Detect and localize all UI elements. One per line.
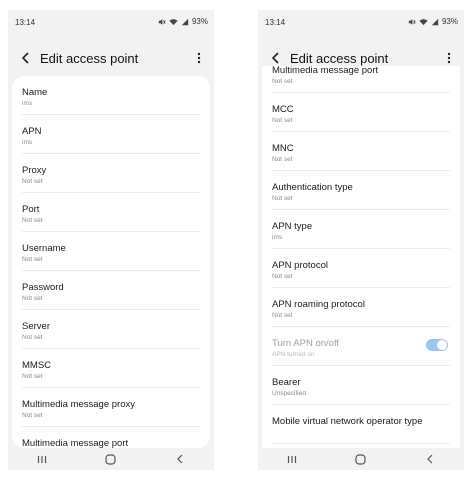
- apn-toggle-switch[interactable]: [426, 339, 448, 351]
- item-label: Turn APN on/off: [272, 338, 340, 349]
- navigation-bar: [8, 448, 214, 470]
- item-label: APN protocol: [272, 260, 328, 271]
- item-value: Not set: [272, 273, 293, 280]
- wifi-icon: [419, 18, 428, 26]
- item-value: Not set: [272, 117, 293, 124]
- item-value: ims: [272, 234, 283, 241]
- status-bar: 13:14 93%: [258, 10, 464, 36]
- battery-level: 93%: [441, 17, 458, 26]
- status-time: 13:14: [265, 18, 286, 27]
- status-icons: 93%: [408, 17, 458, 26]
- item-value: Not set: [22, 178, 43, 185]
- recents-icon[interactable]: [282, 451, 302, 467]
- more-vert-icon[interactable]: [444, 50, 454, 66]
- back-arrow-icon[interactable]: [268, 50, 284, 66]
- recents-icon[interactable]: [32, 451, 52, 467]
- battery-level: 93%: [191, 17, 208, 26]
- page-title: Edit access point: [40, 51, 139, 66]
- item-label: Server: [22, 321, 50, 332]
- item-value: Not set: [22, 217, 43, 224]
- list-item[interactable]: Bearer Unspecified: [272, 366, 450, 405]
- list-item[interactable]: Authentication type Not set: [272, 171, 450, 210]
- list-item[interactable]: APN protocol Not set: [272, 249, 450, 288]
- list-item[interactable]: Name ims: [22, 76, 200, 115]
- list-item[interactable]: Server Not set: [22, 310, 200, 349]
- item-label: Name: [22, 87, 48, 98]
- navigation-bar: [258, 448, 464, 470]
- item-label: APN: [22, 126, 42, 137]
- nav-back-icon[interactable]: [420, 451, 440, 467]
- item-label: MCC: [272, 104, 294, 115]
- phone-screen-right: 13:14 93% Edit access point Multimedia m…: [258, 10, 464, 470]
- signal-icon: [431, 18, 439, 26]
- item-value: Unspecified: [272, 390, 306, 397]
- item-label: Mobile virtual network operator type: [272, 416, 423, 427]
- home-icon[interactable]: [101, 451, 121, 467]
- list-item[interactable]: MMSC Not set: [22, 349, 200, 388]
- settings-card: Name ims APN ims Proxy Not set Port Not set User…: [12, 76, 210, 448]
- item-value: ims: [22, 100, 33, 107]
- item-label: Username: [22, 243, 66, 254]
- status-icons: 93%: [158, 17, 208, 26]
- status-bar: 13:14 93%: [8, 10, 214, 36]
- item-label: Proxy: [22, 165, 47, 176]
- settings-list: Name ims APN ims Proxy Not set Port Not set User…: [12, 76, 210, 448]
- item-label: Authentication type: [272, 182, 353, 193]
- mute-icon: [408, 18, 416, 26]
- item-label: Multimedia message port: [272, 66, 379, 76]
- item-value: Not set: [22, 373, 43, 380]
- list-item[interactable]: Multimedia message port Not set: [272, 66, 450, 93]
- wifi-icon: [169, 18, 178, 26]
- item-value: Not set: [272, 156, 293, 163]
- item-label: Bearer: [272, 377, 301, 388]
- item-value: Not set: [22, 256, 43, 263]
- item-label: Multimedia message port: [22, 438, 129, 448]
- list-item[interactable]: Turn APN on/off APN turned on: [272, 327, 450, 366]
- app-bar: Edit access point: [8, 46, 214, 72]
- list-item[interactable]: Port Not set: [22, 193, 200, 232]
- list-item[interactable]: Username Not set: [22, 232, 200, 271]
- list-item[interactable]: Password Not set: [22, 271, 200, 310]
- item-value: Not set: [272, 78, 293, 85]
- list-item[interactable]: Proxy Not set: [22, 154, 200, 193]
- item-label: Multimedia message proxy: [22, 399, 135, 410]
- item-value: Not set: [272, 195, 293, 202]
- settings-card: Multimedia message port Not set MCC Not set…: [262, 66, 460, 448]
- list-item[interactable]: APN roaming protocol Not set: [272, 288, 450, 327]
- list-item[interactable]: Mobile virtual network operator type: [272, 405, 450, 444]
- item-label: Password: [22, 282, 64, 293]
- list-item[interactable]: Multimedia message proxy Not set: [22, 388, 200, 427]
- item-label: Port: [22, 204, 40, 215]
- toggle-knob: [437, 340, 447, 350]
- list-item[interactable]: MCC Not set: [272, 93, 450, 132]
- status-time: 13:14: [15, 18, 36, 27]
- item-value: Not set: [272, 312, 293, 319]
- nav-back-icon[interactable]: [170, 451, 190, 467]
- list-item[interactable]: APN type ims: [272, 210, 450, 249]
- more-vert-icon[interactable]: [194, 50, 204, 66]
- item-value: ims: [22, 139, 33, 146]
- list-item[interactable]: APN ims: [22, 115, 200, 154]
- page-title: Edit access point: [290, 51, 389, 66]
- item-value: APN turned on: [272, 351, 315, 358]
- signal-icon: [181, 18, 189, 26]
- list-item[interactable]: MNC Not set: [272, 132, 450, 171]
- home-icon[interactable]: [351, 451, 371, 467]
- item-label: MNC: [272, 143, 294, 154]
- item-value: Not set: [22, 295, 43, 302]
- item-value: Not set: [22, 334, 43, 341]
- phone-screen-left: 13:14 93% Edit access point Name ims APN im…: [8, 10, 214, 470]
- item-value: Not set: [22, 412, 43, 419]
- item-label: APN type: [272, 221, 313, 232]
- item-label: APN roaming protocol: [272, 299, 365, 310]
- back-arrow-icon[interactable]: [18, 50, 34, 66]
- list-item[interactable]: Multimedia message port: [22, 427, 200, 448]
- item-label: MMSC: [22, 360, 52, 371]
- mute-icon: [158, 18, 166, 26]
- settings-list: Multimedia message port Not set MCC Not set…: [262, 66, 460, 444]
